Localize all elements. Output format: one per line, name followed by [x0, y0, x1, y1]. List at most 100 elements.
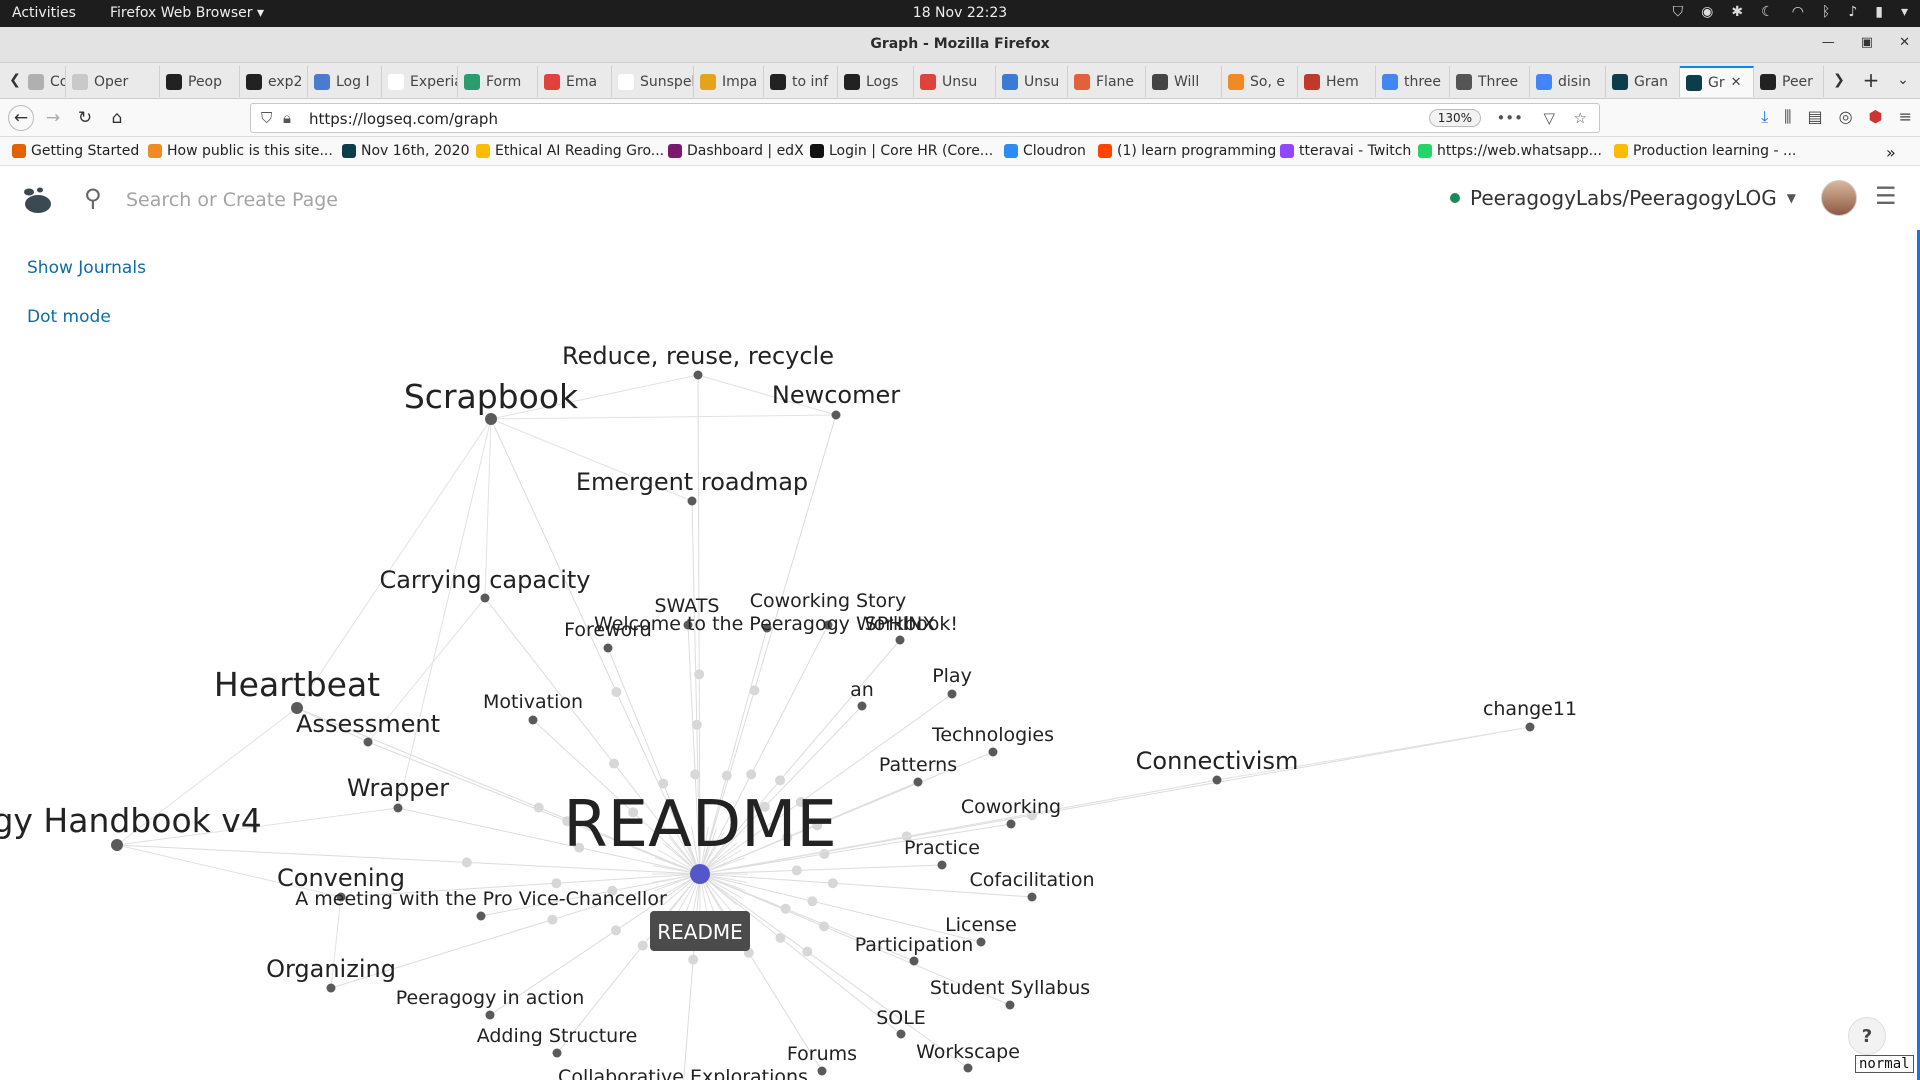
more-bookmarks-icon[interactable]: »: [1886, 143, 1896, 162]
help-button[interactable]: ?: [1848, 1017, 1886, 1055]
page-actions-icon[interactable]: •••: [1496, 109, 1523, 127]
browser-tab[interactable]: Copy: [22, 66, 66, 97]
search-icon[interactable]: ⚲: [84, 184, 102, 212]
logseq-logo-icon[interactable]: [20, 184, 54, 214]
graph-node-label[interactable]: Connectivism: [1136, 747, 1299, 775]
browser-tab[interactable]: Three: [1450, 66, 1530, 97]
minimize-icon[interactable]: —: [1822, 35, 1835, 50]
graph-node-label[interactable]: Organizing: [266, 955, 396, 983]
graph-node-label[interactable]: Reduce, reuse, recycle: [562, 342, 834, 370]
graph-node-label[interactable]: Heartbeat: [214, 665, 380, 704]
graph-node-label[interactable]: Peeragogy in action: [396, 987, 585, 1009]
dot-mode-link[interactable]: Dot mode: [27, 307, 111, 327]
graph-node-label[interactable]: Coworking Story: [750, 590, 906, 612]
back-icon[interactable]: ←: [8, 105, 34, 131]
graph-node-label[interactable]: Cofacilitation: [970, 869, 1095, 891]
knowledge-graph[interactable]: README Reduce, reuse, recycle Scrapbook New…: [0, 230, 1920, 1080]
bookmark-item[interactable]: Dashboard | edX: [668, 143, 804, 159]
shield-icon[interactable]: ⛉: [1673, 4, 1684, 20]
list-all-tabs-icon[interactable]: ⌄: [1890, 67, 1916, 93]
reload-icon[interactable]: ↻: [72, 105, 98, 131]
graph-node[interactable]: [393, 803, 403, 813]
graph-node-label[interactable]: README: [563, 788, 837, 862]
graph-node[interactable]: [326, 983, 336, 993]
graph-node[interactable]: [485, 1010, 495, 1020]
graph-node[interactable]: [1525, 722, 1535, 732]
maximize-icon[interactable]: ▣: [1861, 35, 1873, 50]
graph-node-label[interactable]: Adding Structure: [477, 1025, 638, 1047]
graph-node[interactable]: [480, 593, 490, 603]
graph-node-label[interactable]: Collaborative Explorations: [558, 1066, 808, 1080]
browser-tab[interactable]: Impa: [694, 66, 764, 97]
graph-node[interactable]: [603, 643, 613, 653]
graph-node[interactable]: [913, 777, 923, 787]
close-tab-icon[interactable]: ✕: [1731, 75, 1742, 90]
battery-icon[interactable]: ▮: [1875, 4, 1883, 20]
graph-node-label[interactable]: Student Syllabus: [930, 977, 1090, 999]
graph-node-label[interactable]: A meeting with the Pro Vice-Chancellor: [295, 888, 667, 910]
graph-node[interactable]: [963, 1063, 973, 1073]
graph-node-label[interactable]: ogy Handbook v4: [0, 801, 262, 840]
graph-node[interactable]: [528, 715, 538, 725]
graph-node[interactable]: [857, 701, 867, 711]
browser-tab[interactable]: Gr ✕: [1680, 66, 1754, 97]
graph-node-label[interactable]: SOLE: [876, 1007, 926, 1029]
graph-node[interactable]: [690, 864, 710, 884]
graph-node-label[interactable]: Emergent roadmap: [576, 468, 808, 496]
graph-node[interactable]: [817, 1066, 827, 1076]
lock-icon[interactable]: 🔒︎: [283, 109, 291, 127]
discord-icon[interactable]: ◉: [1701, 4, 1713, 20]
graph-node[interactable]: [947, 689, 957, 699]
library-icon[interactable]: ⫼: [1784, 107, 1791, 127]
show-journals-link[interactable]: Show Journals: [27, 258, 146, 278]
repo-selector[interactable]: PeeragogyLabs/PeeragogyLOG ▼: [1450, 186, 1796, 210]
tab-scroll-right-icon[interactable]: ❯: [1826, 67, 1852, 93]
graph-node[interactable]: [1027, 892, 1037, 902]
graph-node-label[interactable]: Carrying capacity: [379, 566, 590, 594]
browser-tab[interactable]: disin: [1530, 66, 1606, 97]
avatar[interactable]: [1821, 180, 1857, 216]
graph-node[interactable]: [693, 370, 703, 380]
power-menu-icon[interactable]: ▾: [1901, 4, 1908, 20]
graph-node[interactable]: [988, 747, 998, 757]
clock[interactable]: 18 Nov 22:23: [0, 5, 1920, 21]
browser-tab[interactable]: Gran: [1606, 66, 1680, 97]
forward-icon[interactable]: →: [40, 105, 66, 131]
graph-node[interactable]: [687, 496, 697, 506]
browser-tab[interactable]: Hem: [1298, 66, 1376, 97]
app-menu-icon[interactable]: ≡: [1899, 107, 1912, 127]
browser-tab[interactable]: Flane: [1068, 66, 1146, 97]
app-menu[interactable]: Firefox Web Browser ▾: [110, 5, 264, 21]
tracking-protection-icon[interactable]: ⛉: [261, 109, 272, 127]
graph-node-label[interactable]: Foreword: [564, 619, 652, 641]
graph-node-label[interactable]: an: [850, 679, 874, 701]
browser-tab[interactable]: Unsu: [996, 66, 1068, 97]
wifi-icon[interactable]: ◠: [1792, 4, 1804, 20]
browser-tab[interactable]: Log I: [308, 66, 382, 97]
home-icon[interactable]: ⌂: [104, 105, 130, 131]
pocket-icon[interactable]: ▽: [1543, 109, 1555, 127]
browser-tab[interactable]: Form: [458, 66, 538, 97]
close-icon[interactable]: ✕: [1899, 35, 1910, 50]
graph-node[interactable]: [1006, 819, 1016, 829]
adblock-icon[interactable]: ⬢: [1869, 107, 1883, 127]
browser-tab[interactable]: exp2: [240, 66, 308, 97]
graph-node-label[interactable]: Participation: [855, 934, 974, 956]
browser-tab[interactable]: Logs: [838, 66, 914, 97]
graph-node[interactable]: [1005, 1000, 1015, 1010]
graph-node[interactable]: [909, 956, 919, 966]
graph-node-label[interactable]: Assessment: [296, 710, 440, 738]
search-input[interactable]: [126, 186, 626, 214]
graph-node[interactable]: [895, 635, 905, 645]
bookmark-item[interactable]: Getting Started: [12, 143, 139, 159]
bluetooth-icon[interactable]: ᛒ: [1822, 4, 1830, 20]
graph-node-label[interactable]: Workscape: [916, 1041, 1020, 1063]
graph-node-label[interactable]: Newcomer: [772, 381, 900, 409]
graph-node-label[interactable]: Technologies: [931, 724, 1054, 746]
bookmark-item[interactable]: Nov 16th, 2020: [342, 143, 469, 159]
bookmark-star-icon[interactable]: ☆: [1574, 109, 1587, 127]
graph-node-label[interactable]: Practice: [904, 837, 980, 859]
night-light-icon[interactable]: ☾: [1761, 4, 1774, 20]
graph-node-label[interactable]: Patterns: [879, 754, 957, 776]
graph-node-label[interactable]: Coworking: [961, 796, 1061, 818]
